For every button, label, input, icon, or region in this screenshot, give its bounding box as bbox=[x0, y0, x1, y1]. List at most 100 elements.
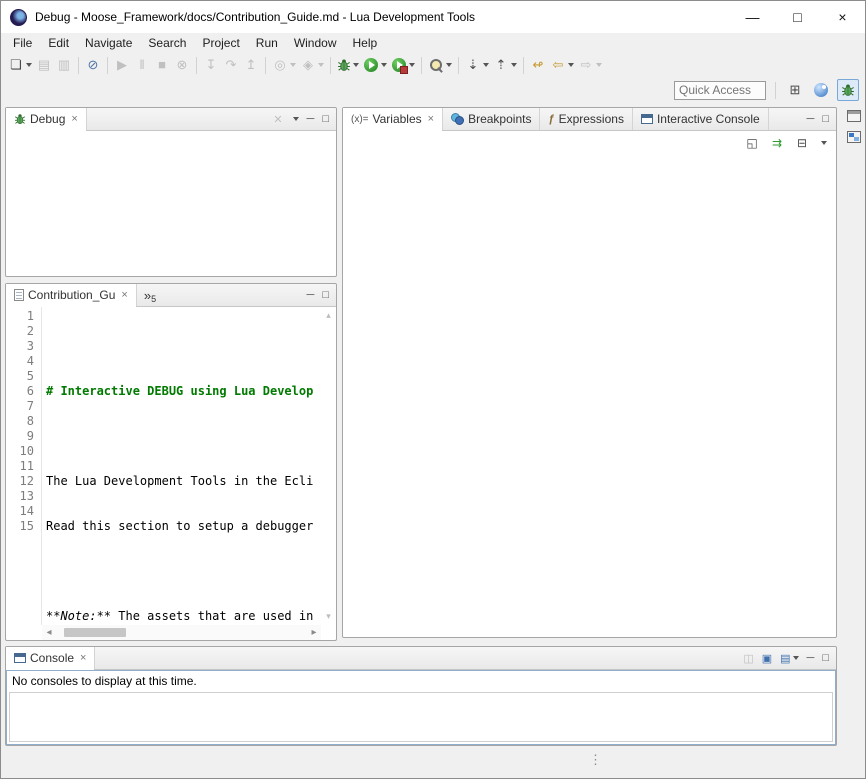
next-annotation-dropdown-icon[interactable] bbox=[483, 63, 489, 67]
tab-close-icon[interactable]: × bbox=[121, 289, 127, 301]
debug-dropdown-icon[interactable] bbox=[353, 63, 359, 67]
code-line[interactable]: # Interactive DEBUG using Lua Develop bbox=[46, 384, 321, 399]
disconnect-button[interactable]: ⊗ bbox=[172, 54, 192, 76]
quick-access-input[interactable] bbox=[674, 81, 766, 100]
menu-run[interactable]: Run bbox=[248, 34, 286, 52]
window-controls: — □ × bbox=[730, 1, 865, 33]
debug-perspective-button[interactable] bbox=[837, 79, 859, 101]
editor-body[interactable]: 1 2 3 4 5 6 7 8 9 10 11 12 13 14 15 # In… bbox=[6, 307, 321, 625]
window-maximize-button[interactable]: □ bbox=[775, 1, 820, 33]
scroll-up-icon[interactable]: ▴ bbox=[326, 310, 331, 321]
minimize-view-icon[interactable]: ─ bbox=[807, 113, 815, 125]
maximize-view-icon[interactable]: □ bbox=[322, 113, 329, 125]
search-dropdown-icon[interactable] bbox=[446, 63, 452, 67]
maximize-view-icon[interactable]: □ bbox=[322, 289, 329, 301]
editor-tab-overflow-button[interactable]: » 5 bbox=[137, 284, 163, 306]
previous-annotation-button[interactable]: ⇡ bbox=[491, 54, 519, 76]
tab-close-icon[interactable]: × bbox=[428, 113, 434, 125]
lua-perspective-button[interactable] bbox=[810, 79, 832, 101]
step-return-button[interactable]: ↥ bbox=[241, 54, 261, 76]
menu-navigate[interactable]: Navigate bbox=[77, 34, 140, 52]
tab-expressions[interactable]: ƒ Expressions bbox=[540, 108, 633, 130]
scroll-left-icon[interactable]: ◂ bbox=[42, 627, 56, 638]
code-line[interactable] bbox=[46, 429, 321, 444]
menu-help[interactable]: Help bbox=[345, 34, 386, 52]
back-button[interactable]: ⇦ bbox=[548, 54, 576, 76]
profile-button[interactable]: ◈ bbox=[298, 54, 326, 76]
open-console-button[interactable]: ▤ bbox=[780, 652, 798, 665]
resume-button[interactable]: ▶ bbox=[112, 54, 132, 76]
skip-all-breakpoints-button[interactable]: ⊘ bbox=[83, 54, 103, 76]
show-logical-structure-icon[interactable]: ◱ bbox=[744, 135, 760, 151]
step-over-button[interactable]: ↷ bbox=[221, 54, 241, 76]
save-button[interactable]: ▤ bbox=[34, 54, 54, 76]
code-line[interactable]: **Note:** The assets that are used in bbox=[46, 609, 321, 624]
terminate-button[interactable]: ■ bbox=[152, 54, 172, 76]
code-line[interactable] bbox=[46, 339, 321, 354]
suspend-button[interactable]: ‖ bbox=[132, 54, 152, 76]
code-line[interactable]: Read this section to setup a debugger bbox=[46, 519, 321, 534]
tab-interactive-console[interactable]: Interactive Console bbox=[633, 108, 769, 130]
pin-console-icon[interactable]: ◫ bbox=[743, 652, 753, 665]
minimize-view-icon[interactable]: ─ bbox=[307, 289, 315, 301]
coverage-dropdown-icon[interactable] bbox=[290, 63, 296, 67]
tab-variables[interactable]: (x)= Variables × bbox=[343, 108, 443, 130]
scrollbar-thumb[interactable] bbox=[64, 628, 126, 637]
open-console-dropdown-icon[interactable] bbox=[793, 656, 799, 660]
remove-all-terminated-icon[interactable]: ✕ bbox=[273, 113, 282, 126]
forward-button[interactable]: ⇨ bbox=[576, 54, 604, 76]
save-all-icon: ▥ bbox=[56, 57, 72, 73]
tab-close-icon[interactable]: × bbox=[71, 113, 77, 125]
minimized-view-1-icon[interactable] bbox=[847, 110, 861, 122]
sash-drag-handle-icon[interactable]: ⋮ bbox=[589, 752, 602, 768]
tab-console[interactable]: Console × bbox=[6, 647, 95, 669]
view-menu-icon[interactable] bbox=[293, 117, 299, 121]
tab-breakpoints[interactable]: Breakpoints bbox=[443, 108, 540, 130]
external-tools-button[interactable] bbox=[389, 54, 417, 76]
step-into-button[interactable]: ↧ bbox=[201, 54, 221, 76]
maximize-view-icon[interactable]: □ bbox=[822, 113, 829, 125]
save-all-button[interactable]: ▥ bbox=[54, 54, 74, 76]
run-button[interactable] bbox=[361, 54, 389, 76]
menu-search[interactable]: Search bbox=[140, 34, 194, 52]
open-perspective-button[interactable]: ⊞ bbox=[785, 79, 805, 101]
menu-edit[interactable]: Edit bbox=[40, 34, 77, 52]
window-minimize-button[interactable]: — bbox=[730, 1, 775, 33]
code-line[interactable]: The Lua Development Tools in the Ecli bbox=[46, 474, 321, 489]
show-columns-icon[interactable]: ⇉ bbox=[769, 135, 785, 151]
scroll-right-icon[interactable]: ▸ bbox=[307, 627, 321, 638]
menu-window[interactable]: Window bbox=[286, 34, 345, 52]
back-dropdown-icon[interactable] bbox=[568, 63, 574, 67]
last-edit-location-button[interactable]: ↫ bbox=[528, 54, 548, 76]
new-button[interactable]: ❏ bbox=[6, 54, 34, 76]
run-dropdown-icon[interactable] bbox=[381, 63, 387, 67]
search-button[interactable] bbox=[426, 54, 454, 76]
minimize-view-icon[interactable]: ─ bbox=[307, 113, 315, 125]
code-line[interactable] bbox=[46, 564, 321, 579]
previous-annotation-dropdown-icon[interactable] bbox=[511, 63, 517, 67]
coverage-button[interactable]: ◎ bbox=[270, 54, 298, 76]
tab-debug[interactable]: Debug × bbox=[6, 108, 87, 130]
code-area[interactable]: # Interactive DEBUG using Lua Develop Th… bbox=[42, 307, 321, 625]
tab-close-icon[interactable]: × bbox=[80, 652, 86, 664]
menu-file[interactable]: File bbox=[5, 34, 40, 52]
menu-project[interactable]: Project bbox=[194, 34, 247, 52]
profile-dropdown-icon[interactable] bbox=[318, 63, 324, 67]
editor-horizontal-scrollbar[interactable]: ◂ ▸ bbox=[42, 625, 321, 640]
debug-button[interactable] bbox=[335, 54, 361, 76]
new-dropdown-icon[interactable] bbox=[26, 63, 32, 67]
tab-contribution-guide[interactable]: Contribution_Gu × bbox=[6, 284, 137, 306]
forward-dropdown-icon[interactable] bbox=[596, 63, 602, 67]
next-annotation-icon: ⇣ bbox=[465, 57, 481, 73]
minimized-view-2-icon[interactable] bbox=[847, 131, 861, 143]
minimize-view-icon[interactable]: ─ bbox=[807, 652, 815, 664]
scroll-down-icon[interactable]: ▾ bbox=[326, 611, 331, 622]
collapse-all-icon[interactable]: ⊟ bbox=[794, 135, 810, 151]
external-tools-dropdown-icon[interactable] bbox=[409, 63, 415, 67]
maximize-view-icon[interactable]: □ bbox=[822, 652, 829, 664]
window-close-button[interactable]: × bbox=[820, 1, 865, 33]
display-selected-console-icon[interactable]: ▣ bbox=[762, 652, 772, 665]
view-menu-icon[interactable] bbox=[821, 141, 827, 145]
next-annotation-button[interactable]: ⇣ bbox=[463, 54, 491, 76]
editor-vertical-scrollbar[interactable]: ▴ ▾ bbox=[321, 307, 336, 625]
